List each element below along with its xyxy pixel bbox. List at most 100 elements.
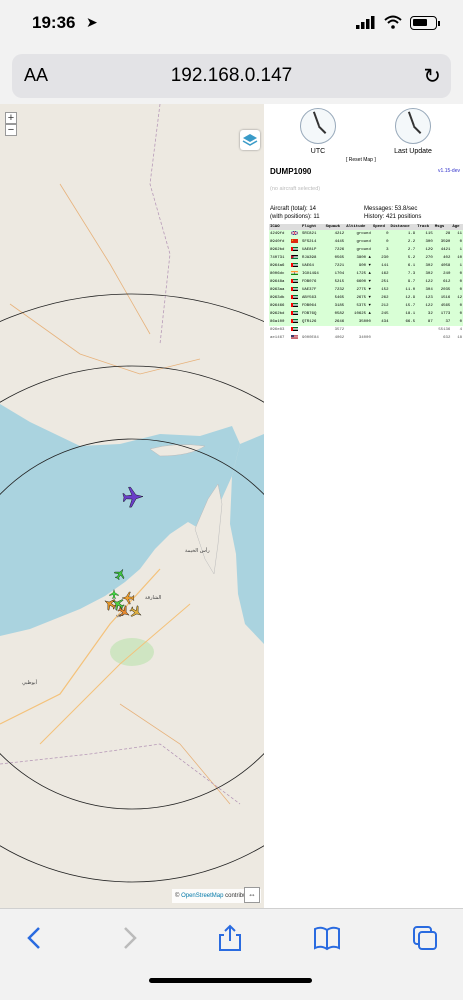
flag-ae-icon [289, 302, 301, 310]
flag-jo-icon [289, 254, 301, 262]
cell-flight: UAE81P [300, 246, 325, 254]
flag-cn-icon [289, 238, 301, 246]
flag-ae-icon [289, 262, 301, 270]
share-icon[interactable] [215, 923, 245, 953]
flag-ae-icon [289, 286, 301, 294]
cell-squawk: 5215 [324, 278, 346, 286]
zoom-out-button[interactable]: − [5, 124, 17, 136]
oman-gulf-water [230, 434, 264, 644]
cell-squawk: 0582 [324, 310, 346, 318]
table-row[interactable]: 8963aa UAE37F 7232 2775 ▼ 152 11.0 304 2035 0 [269, 286, 463, 294]
table-row[interactable]: 740731 RJA398 0565 3800 ▲ 230 5.2 270 402 10 [269, 254, 463, 262]
table-row[interactable]: 8006dc IGO1494 1704 1725 ▲ 162 7.3 302 240 0 [269, 270, 463, 278]
forward-icon[interactable] [114, 923, 144, 953]
layers-icon[interactable] [240, 130, 260, 150]
cell-icao: 740731 [269, 254, 290, 262]
cell-altitude: 2775 ▼ [345, 286, 372, 294]
cell-squawk: 1704 [324, 270, 346, 278]
cell-speed: 3 [371, 246, 390, 254]
table-row[interactable]: 86a100 QTR126 2646 35000 434 66.5 87 37 0 [269, 318, 463, 326]
table-row[interactable]: 4249fd SRC821 4212 ground 0 1.9 115 28 11 [269, 230, 463, 238]
cell-icao: 86a100 [269, 318, 290, 326]
home-indicator[interactable] [149, 978, 312, 983]
cell-icao: ae1467 [269, 334, 290, 342]
utc-clock-label: UTC [310, 148, 326, 155]
cell-flight: SRC821 [300, 230, 325, 238]
attribution-prefix: © [175, 893, 180, 899]
cell-msgs: 1516 [433, 294, 452, 302]
cell-speed [371, 334, 390, 342]
map-label-rak: رأس الخيمة [185, 547, 210, 554]
cell-icao: 8940fd [269, 238, 290, 246]
cell-squawk: 7221 [324, 262, 346, 270]
table-row[interactable]: 896e83 3572 55136 4 [269, 326, 463, 334]
bookmarks-icon[interactable] [312, 923, 342, 953]
tabs-icon[interactable] [410, 923, 440, 953]
back-icon[interactable] [20, 923, 50, 953]
cell-distance: 1.9 [389, 230, 417, 238]
table-row[interactable]: 8940fd SFS214 4445 ground 0 2.2 300 3590 0 [269, 238, 463, 246]
cell-squawk: 4212 [324, 230, 346, 238]
cell-flight: 9000E84 [300, 334, 325, 342]
version-link[interactable]: v1.15-dev [438, 168, 460, 174]
cell-icao: 8006dc [269, 270, 290, 278]
cell-flight: FDB064 [300, 302, 325, 310]
cell-track: 300 [416, 238, 434, 246]
utc-clock-icon [300, 108, 336, 144]
cell-altitude: 1725 ▲ [345, 270, 372, 278]
openstreetmap-link[interactable]: OpenStreetMap [181, 893, 223, 899]
expand-map-icon[interactable]: ⇔ [244, 887, 260, 903]
flag-gb-icon [289, 230, 301, 238]
table-row[interactable]: ae1467 9000E84 4062 34000 632 18 [269, 334, 463, 342]
cell-squawk: 5465 [324, 294, 346, 302]
cell-age: 0 [451, 286, 463, 294]
cell-distance [389, 334, 417, 342]
cell-icao: 4249fd [269, 230, 290, 238]
zoom-in-button[interactable]: + [5, 112, 17, 124]
cell-altitude: 35000 [345, 318, 372, 326]
flag-in-icon [289, 270, 301, 278]
map-view[interactable]: دبي أبوظبي رأس الخيمة الشارقة + − © Open… [0, 104, 264, 908]
reload-icon[interactable]: ↻ [423, 64, 441, 89]
reset-map-button[interactable]: [ Reset Map ] [346, 157, 376, 163]
cell-distance: 66.5 [389, 318, 417, 326]
cell-speed: 245 [371, 310, 390, 318]
aircraft-total: Aircraft (total): 14 [270, 206, 317, 212]
aircraft-orange-4-icon [129, 605, 142, 617]
history-positions: History: 421 positions [364, 214, 422, 220]
table-row[interactable]: 896466 FDB064 3185 5375 ▼ 212 15.7 122 4565 0 [269, 302, 463, 310]
map-label-sharjah: الشارقة [145, 595, 161, 601]
map-canvas[interactable]: دبي أبوظبي رأس الخيمة الشارقة [0, 104, 264, 908]
cell-track: 302 [416, 270, 434, 278]
table-row[interactable]: 8962bd UAE81P 7226 ground 3 2.7 129 4421 1 [269, 246, 463, 254]
table-row[interactable]: 8962bd FDB76Q 0582 10625 ▲ 245 18.1 32 1773 0 [269, 310, 463, 318]
url-text[interactable]: 192.168.0.147 [12, 65, 451, 87]
cell-age: 0 [451, 318, 463, 326]
cell-speed: 230 [371, 254, 390, 262]
cell-speed: 152 [371, 286, 390, 294]
table-row[interactable]: 8963db ABY563 5465 2675 ▼ 262 12.9 123 1516 12 [269, 294, 463, 302]
cell-age: 12 [451, 294, 463, 302]
browser-address-area: AA 192.168.0.147 ↻ [0, 48, 463, 104]
cell-msgs: 37 [433, 318, 452, 326]
cell-squawk: 3572 [324, 326, 346, 334]
cell-track: 123 [416, 294, 434, 302]
table-row[interactable]: 89648a FDB076 5215 6600 ▼ 251 9.7 122 612 0 [269, 278, 463, 286]
messages-rate: Messages: 53.8/sec [364, 206, 418, 212]
address-bar[interactable]: AA 192.168.0.147 ↻ [12, 54, 451, 98]
cell-icao: 89648a [269, 278, 290, 286]
table-row[interactable]: 8964a6 UAE64 7221 900 ▼ 141 6.1 302 4058 1 [269, 262, 463, 270]
flag-ae-icon [289, 326, 301, 334]
cell-age: 0 [451, 310, 463, 318]
cell-speed: 0 [371, 238, 390, 246]
cell-squawk: 4445 [324, 238, 346, 246]
flag-us-icon [289, 334, 301, 342]
flag-ae-icon [289, 278, 301, 286]
cell-track: 122 [416, 302, 434, 310]
desert-park [110, 638, 154, 666]
cell-msgs: 402 [433, 254, 452, 262]
cell-squawk: 7232 [324, 286, 346, 294]
cell-age: 4 [451, 326, 463, 334]
cell-distance: 5.2 [389, 254, 417, 262]
cell-msgs: 28 [433, 230, 452, 238]
